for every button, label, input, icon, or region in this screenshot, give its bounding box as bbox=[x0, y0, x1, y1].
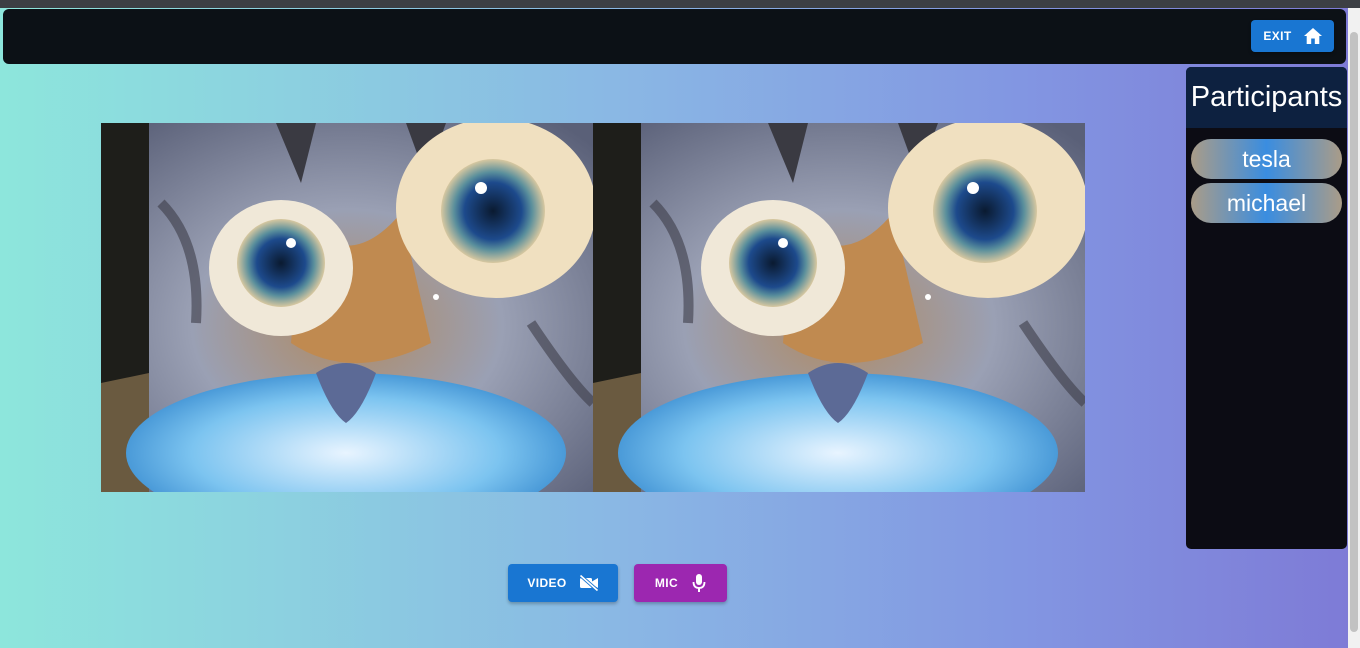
page-scrollbar[interactable] bbox=[1348, 8, 1360, 648]
video-off-icon bbox=[579, 574, 599, 592]
cat-face-video bbox=[101, 123, 593, 492]
participant-item[interactable]: michael bbox=[1191, 183, 1342, 223]
video-toggle-button[interactable]: VIDEO bbox=[508, 564, 618, 602]
browser-top-strip bbox=[0, 0, 1360, 8]
mic-toggle-button[interactable]: MIC bbox=[634, 564, 727, 602]
participant-item[interactable]: tesla bbox=[1191, 139, 1342, 179]
participants-panel: Participants tesla michael bbox=[1186, 67, 1347, 549]
video-tile bbox=[593, 123, 1085, 492]
top-bar bbox=[3, 9, 1346, 64]
mic-label: MIC bbox=[654, 576, 679, 590]
video-tile bbox=[101, 123, 593, 492]
mic-icon bbox=[692, 573, 706, 593]
exit-label: EXIT bbox=[1263, 29, 1292, 43]
scrollbar-thumb[interactable] bbox=[1350, 32, 1358, 632]
cat-face-video bbox=[593, 123, 1085, 492]
exit-button[interactable]: EXIT bbox=[1251, 20, 1334, 52]
home-icon bbox=[1303, 28, 1322, 44]
participants-title: Participants bbox=[1186, 67, 1347, 128]
video-label: VIDEO bbox=[527, 576, 567, 590]
